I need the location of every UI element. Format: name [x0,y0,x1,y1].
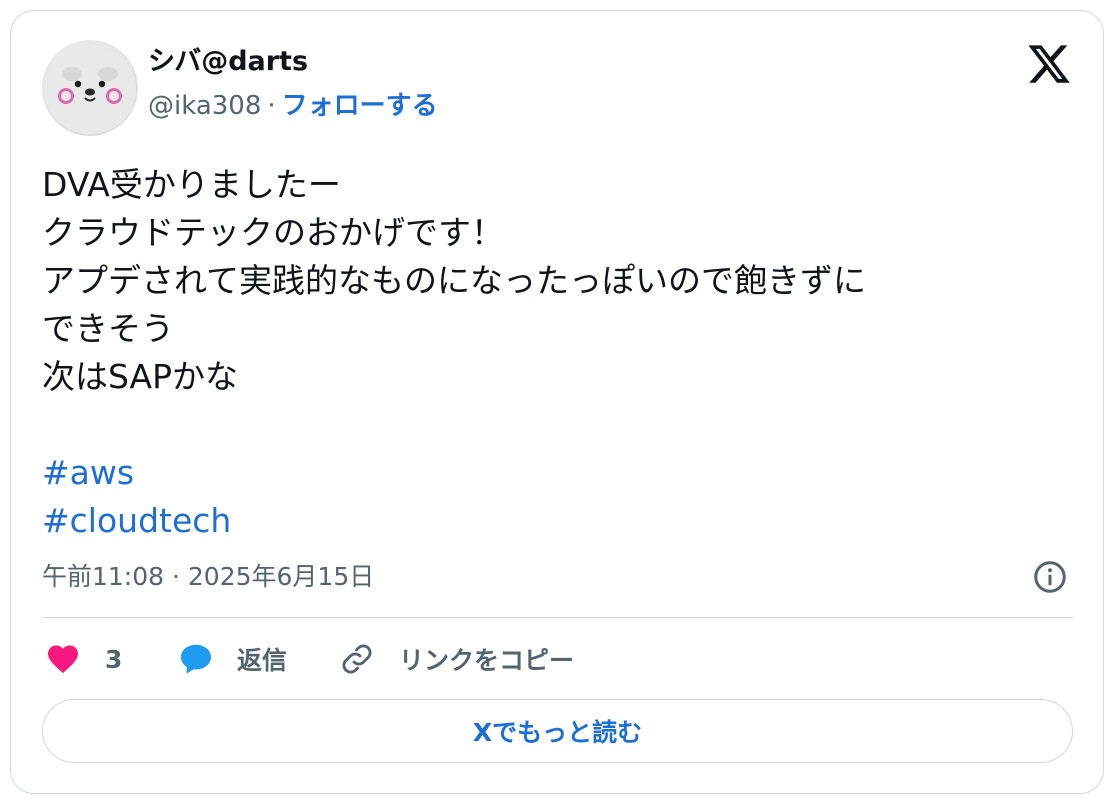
copy-link-button[interactable]: リンクをコピー [339,639,574,679]
reply-label: 返信 [237,646,288,675]
hashtag-link-cloudtech[interactable]: #cloudtech [42,497,231,545]
link-icon [342,644,372,674]
post-text-line: アプデされて実践的なものになったっぽいので飽きずに [42,261,867,300]
info-icon[interactable] [1032,559,1068,595]
embedded-post-card: シバ@darts @ika308 · フォローする DVA受かりましたー クラウドテ… [10,10,1104,794]
plush-dog-face-icon [44,46,136,134]
divider [42,617,1073,618]
read-more-on-x-button[interactable]: Xでもっと読む [42,699,1073,763]
user-handle[interactable]: @ika308 [148,91,261,121]
x-logo-icon[interactable] [1026,41,1072,87]
handle-row: @ika308 · フォローする [148,88,438,124]
reply-bubble-icon [180,644,212,674]
post-timestamp[interactable]: 午前11:08 · 2025年6月15日 [42,559,374,595]
like-button[interactable]: 3 [45,639,122,679]
hashtag-link-aws[interactable]: #aws [42,449,134,497]
reply-button[interactable]: 返信 [177,639,287,679]
follow-button[interactable]: フォローする [282,91,438,121]
user-avatar[interactable] [42,40,138,136]
separator-dot: · [267,91,276,121]
like-count: 3 [105,644,123,674]
heart-icon [48,645,78,674]
post-text-line: できそう [42,309,174,348]
user-display-name[interactable]: シバ@darts [148,44,308,80]
post-text-line: クラウドテックのおかげです！ [42,213,504,252]
post-text-line: DVA受かりましたー [42,165,341,204]
copy-link-label: リンクをコピー [399,646,575,675]
post-body: DVA受かりましたー クラウドテックのおかげです！ アプデされて実践的なものにな… [42,161,1062,545]
post-text-line: 次はSAPかな [42,357,239,396]
